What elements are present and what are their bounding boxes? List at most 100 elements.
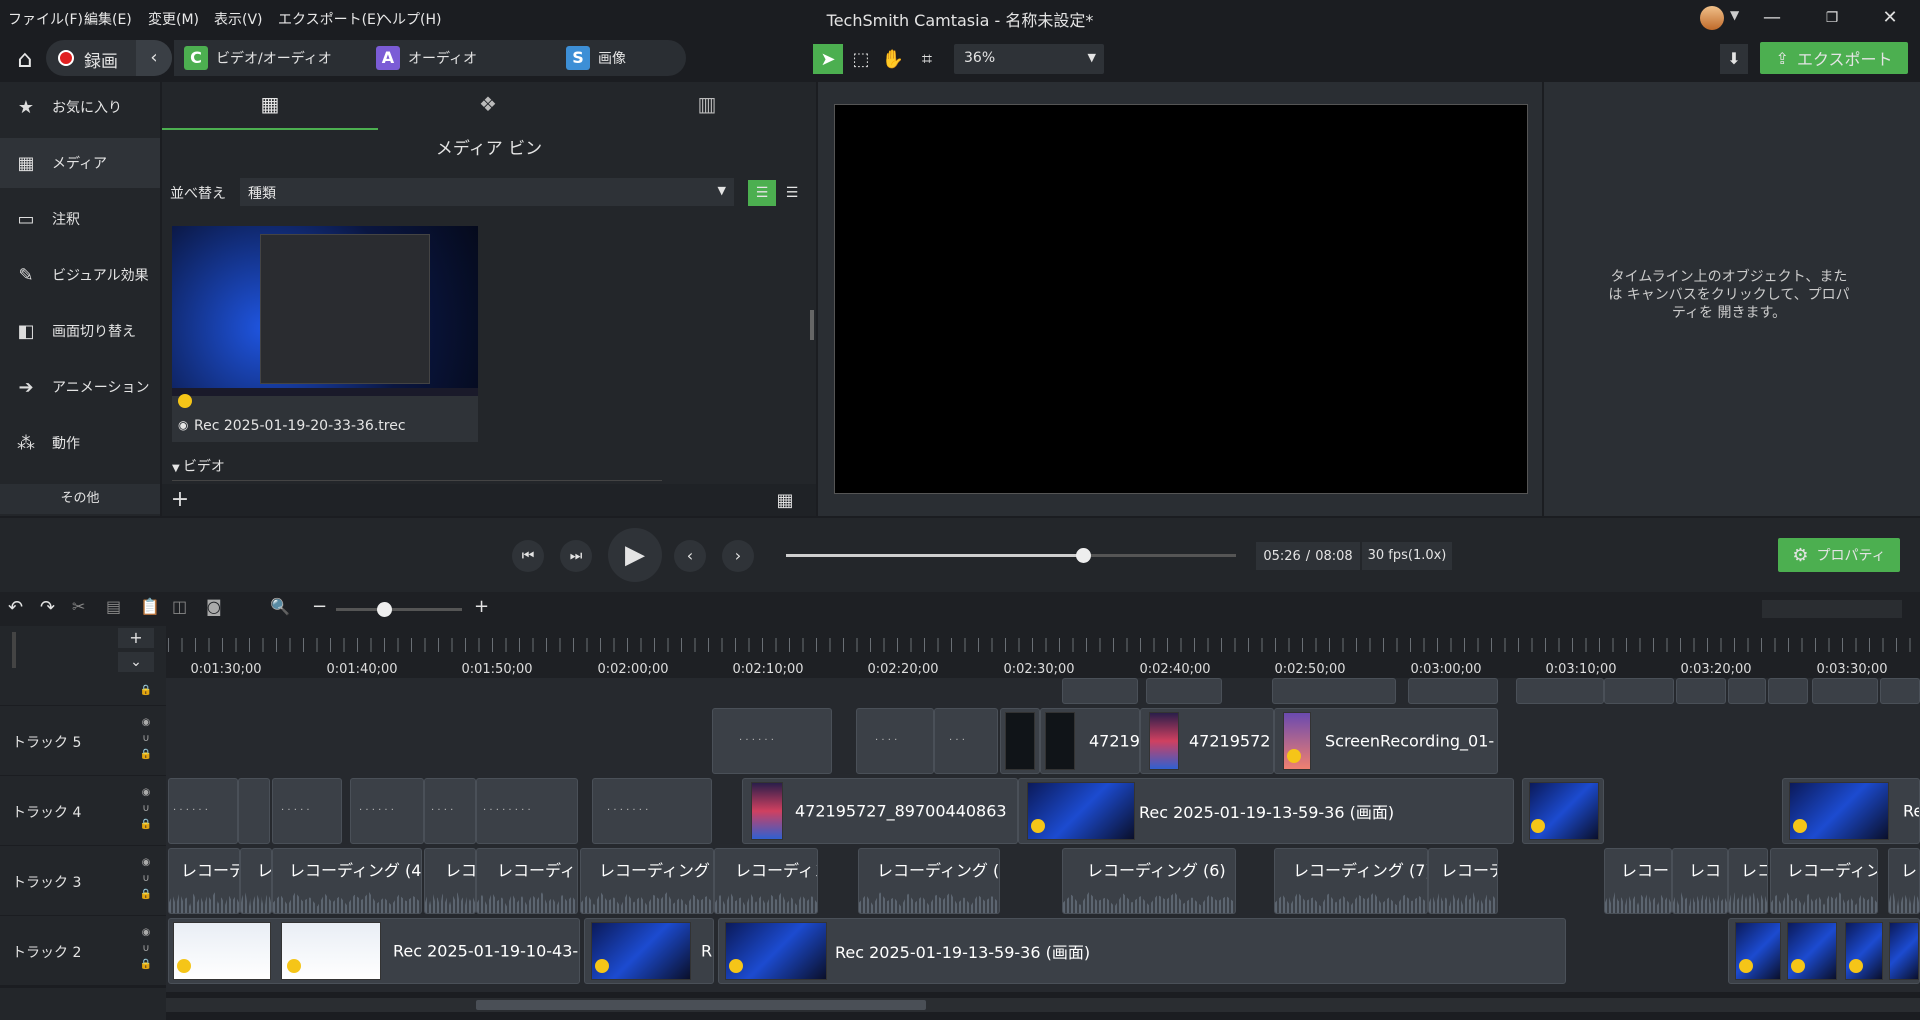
lock-icon[interactable]: 🔒	[138, 958, 154, 972]
audio-icon[interactable]: ∪	[138, 942, 154, 956]
nav-annotations[interactable]: ▭ 注釈	[0, 194, 160, 244]
timeline-clip[interactable]	[1516, 678, 1604, 704]
timeline-clip[interactable]: · · ·	[934, 708, 998, 774]
timeline-clip[interactable]: · · · · · · ·	[592, 778, 712, 844]
fps-readout[interactable]: 30 fps(1.0x)	[1362, 542, 1452, 570]
menu-file[interactable]: ファイル(F)	[8, 9, 83, 29]
nav-transitions[interactable]: ◧ 画面切り替え	[0, 306, 160, 356]
track-header-2[interactable]: トラック 2 ◉ ∪ 🔒	[0, 916, 166, 986]
timeline-zoom-thumb[interactable]	[376, 602, 392, 617]
collapse-chevron-icon[interactable]: ‹	[136, 40, 172, 76]
zoom-in-icon[interactable]: +	[474, 596, 489, 617]
track-header-4[interactable]: トラック 4 ◉ ∪ 🔒	[0, 776, 166, 846]
previous-icon[interactable]: ‹	[674, 540, 706, 572]
scrubber-track[interactable]	[786, 548, 1236, 563]
audio-clip[interactable]: レコーディング (5	[580, 848, 714, 914]
sort-ascending-icon[interactable]: ☰	[748, 180, 776, 206]
lock-icon[interactable]: 🔒	[138, 684, 154, 698]
timeline-clip[interactable]: · · · ·	[424, 778, 476, 844]
lock-icon[interactable]: 🔒	[138, 888, 154, 902]
audio-icon[interactable]: ∪	[138, 732, 154, 746]
redo-icon[interactable]: ↷	[40, 597, 55, 618]
audio-clip[interactable]: レコーディン	[476, 848, 578, 914]
timeline-clip[interactable]	[1812, 678, 1878, 704]
tab-video-audio[interactable]: C ビデオ/オーディオ	[184, 44, 332, 72]
nav-more[interactable]: その他	[0, 484, 160, 514]
export-button[interactable]: ⇪ エクスポート	[1760, 42, 1908, 74]
timeline-clip[interactable]: Rec 2025-01-19-10-43-	[168, 918, 580, 984]
track-header-5[interactable]: トラック 5 ◉ ∪ 🔒	[0, 706, 166, 776]
timeline-clip[interactable]: Rec 2025-01-19-13-59-36 (画面)	[718, 918, 1566, 984]
tab-library[interactable]: ❖	[378, 82, 598, 130]
audio-clip[interactable]: レコ	[1672, 848, 1728, 914]
timeline-clip[interactable]: Rec 2025-01-19-13-59-36 (画面)	[1018, 778, 1514, 844]
timeline-clip[interactable]	[1146, 678, 1222, 704]
audio-clip[interactable]: レコーデ	[168, 848, 240, 914]
home-icon[interactable]: ⌂	[10, 44, 40, 74]
add-track-icon[interactable]: +	[118, 628, 154, 648]
audio-clip[interactable]: レコーディン	[714, 848, 818, 914]
audio-clip[interactable]: レ	[240, 848, 272, 914]
timeline-clip[interactable]	[1062, 678, 1138, 704]
timeline-clip[interactable]: · · · · · ·	[712, 708, 832, 774]
crop-icon[interactable]: ⌗	[912, 44, 942, 74]
pan-hand-icon[interactable]: ✋	[878, 44, 908, 74]
timeline-clip[interactable]: 47219572	[1140, 708, 1274, 774]
audio-clip[interactable]: レコ	[424, 848, 476, 914]
track-height-slider[interactable]	[12, 632, 16, 668]
visibility-icon[interactable]: ◉	[138, 716, 154, 730]
audio-icon[interactable]: ∪	[138, 802, 154, 816]
audio-clip[interactable]: レコーディング	[1770, 848, 1878, 914]
visibility-icon[interactable]: ◉	[138, 926, 154, 940]
avatar[interactable]	[1700, 6, 1724, 30]
play-icon[interactable]: ▶	[608, 528, 662, 582]
copy-icon[interactable]: ▤	[106, 597, 121, 616]
timeline-clip[interactable]	[1408, 678, 1498, 704]
cut-icon[interactable]: ✂	[72, 597, 85, 616]
step-forward-icon[interactable]: ⏭	[560, 540, 592, 572]
timeline-overview-bar[interactable]	[1762, 600, 1902, 618]
grid-view-icon[interactable]: ▦	[774, 490, 796, 512]
timeline-clip[interactable]	[1880, 678, 1920, 704]
scrollbar-thumb[interactable]	[476, 1000, 926, 1010]
audio-icon[interactable]: ∪	[138, 872, 154, 886]
audio-clip[interactable]: レコ	[1728, 848, 1768, 914]
nav-visual-effects[interactable]: ✎ ビジュアル効果	[0, 250, 160, 300]
timeline-clip[interactable]	[1728, 678, 1766, 704]
sort-descending-icon[interactable]: ☰	[778, 180, 806, 206]
menu-export[interactable]: エクスポート(E)	[278, 9, 381, 29]
timeline-clip[interactable]: Re	[1782, 778, 1920, 844]
timeline-clip[interactable]: 472195727_89700440863	[742, 778, 1018, 844]
timeline-clip[interactable]: · · · ·	[856, 708, 934, 774]
tab-audio[interactable]: A オーディオ	[376, 44, 477, 72]
menu-view[interactable]: 表示(V)	[214, 9, 263, 29]
visibility-icon[interactable]: ◉	[138, 856, 154, 870]
properties-button[interactable]: ⚙ プロパティ	[1778, 538, 1900, 572]
scrubber-thumb[interactable]	[1076, 548, 1091, 563]
close-icon[interactable]: ✕	[1870, 4, 1910, 32]
lock-icon[interactable]: 🔒	[138, 748, 154, 762]
nav-media[interactable]: ▦ メディア	[0, 138, 160, 188]
timeline-clip[interactable]: R	[584, 918, 714, 984]
audio-clip[interactable]: レコーデ	[1428, 848, 1498, 914]
step-back-icon[interactable]: ⏮	[512, 540, 544, 572]
paste-icon[interactable]: 📋	[140, 597, 160, 616]
track-header-3[interactable]: トラック 3 ◉ ∪ 🔒	[0, 846, 166, 916]
menu-modify[interactable]: 変更(M)	[148, 9, 199, 29]
video-section-header[interactable]: ▼ ビデオ	[172, 456, 662, 481]
audio-clip[interactable]: レコーディング (7)	[1274, 848, 1428, 914]
media-item[interactable]: ◉ Rec 2025-01-19-20-33-36.trec	[172, 226, 478, 442]
minimize-icon[interactable]: —	[1752, 4, 1792, 32]
timeline-clip[interactable]	[1728, 918, 1920, 984]
timeline-clip[interactable]	[1768, 678, 1808, 704]
edit-points-icon[interactable]: ⬚	[846, 44, 876, 74]
chevron-down-icon[interactable]: ▼	[1730, 8, 1739, 22]
timeline-clip[interactable]	[238, 778, 270, 844]
tab-image[interactable]: S 画像	[566, 44, 626, 72]
split-icon[interactable]: ◫	[172, 597, 187, 616]
visibility-icon[interactable]: ◉	[138, 786, 154, 800]
nav-behaviors[interactable]: ⁂ 動作	[0, 418, 160, 468]
audio-clip[interactable]: レコーディング (6)	[1062, 848, 1236, 914]
sort-select[interactable]: 種類 ▼	[240, 178, 734, 206]
timeline-clip[interactable]: · · · · ·	[272, 778, 342, 844]
